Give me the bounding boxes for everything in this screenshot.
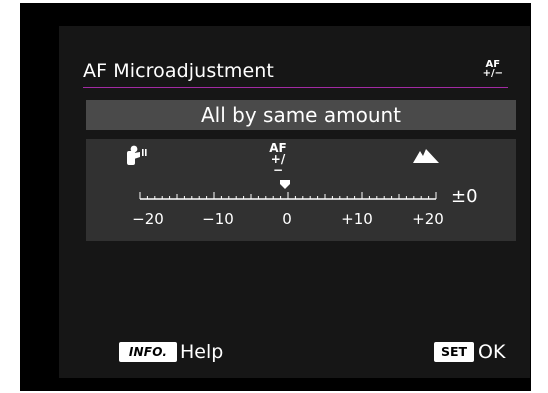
scale-tick-label: +10 xyxy=(341,210,373,228)
set-ok-button[interactable]: SET OK xyxy=(434,341,505,365)
scale-tick-label: −10 xyxy=(202,210,234,228)
mountain-icon xyxy=(413,149,439,163)
title-row: AF Microadjustment AF +/− xyxy=(59,57,530,88)
set-key-badge: SET xyxy=(434,342,474,362)
adjust-panel[interactable]: AF +/− ±0 −20 −10 0 +10 +20 xyxy=(86,139,516,241)
af-tab-bottom: +/− xyxy=(482,68,503,79)
info-help-button[interactable]: INFO. Help xyxy=(119,341,223,365)
help-label: Help xyxy=(180,341,224,363)
af-icon-bottom: +/− xyxy=(270,152,286,177)
scale-tick-label: −20 xyxy=(132,210,164,228)
page-title: AF Microadjustment xyxy=(83,60,274,82)
ok-label: OK xyxy=(478,341,506,363)
info-key-badge: INFO. xyxy=(119,342,177,362)
value-pointer-icon xyxy=(280,180,290,189)
title-underline xyxy=(83,87,508,88)
camera-screen: AF Microadjustment AF +/− All by same am… xyxy=(20,3,531,391)
af-microadjust-tab-icon: AF +/− xyxy=(482,60,503,79)
adjustment-value: ±0 xyxy=(451,186,478,207)
scale-tick-label: +20 xyxy=(412,210,444,228)
af-adjust-icon: AF +/− xyxy=(266,142,290,177)
scale-tick-label: 0 xyxy=(282,210,292,228)
adjustment-scale[interactable] xyxy=(138,189,438,201)
portrait-icon xyxy=(127,145,147,165)
mode-selector[interactable]: All by same amount xyxy=(86,100,516,130)
menu-panel: AF Microadjustment AF +/− All by same am… xyxy=(59,26,530,378)
